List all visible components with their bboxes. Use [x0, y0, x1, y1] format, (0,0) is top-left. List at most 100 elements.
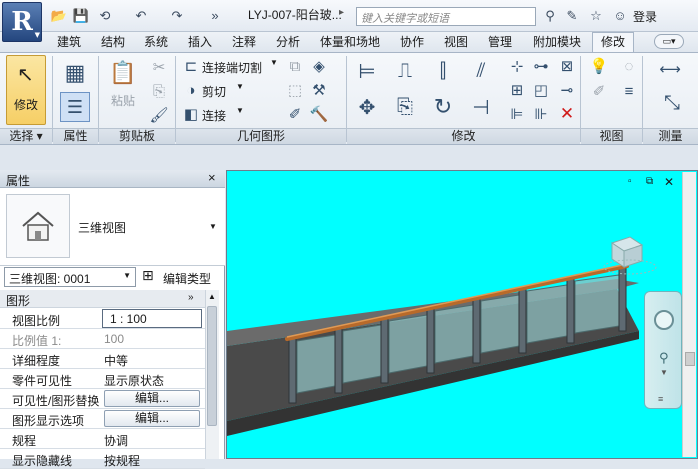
undo-icon[interactable]: ↶: [132, 7, 150, 25]
demolish-icon[interactable]: ⚒: [308, 79, 330, 101]
visibility-edit-button[interactable]: 编辑...: [104, 390, 200, 407]
scroll-thumb[interactable]: [207, 306, 217, 426]
open-icon[interactable]: 📂: [50, 7, 68, 25]
star-icon[interactable]: ☆: [587, 7, 605, 25]
unpin-icon[interactable]: ⊠: [556, 55, 578, 77]
modify-button[interactable]: ↖ 修改: [6, 55, 46, 125]
tab-analyze[interactable]: 分析: [276, 34, 300, 52]
tab-modify[interactable]: 修改: [592, 32, 635, 53]
tab-annotate[interactable]: 注释: [232, 34, 256, 52]
tab-structure[interactable]: 结构: [101, 34, 125, 52]
cut-label[interactable]: 剪切: [202, 83, 226, 100]
property-row[interactable]: 规程 协调: [0, 429, 205, 449]
user-icon[interactable]: ☺: [611, 7, 629, 25]
restore-icon[interactable]: ⧉: [646, 176, 653, 187]
minimize-icon[interactable]: ▫: [628, 176, 632, 187]
paste-label[interactable]: 粘贴: [111, 92, 135, 109]
scroll-thumb[interactable]: [685, 352, 695, 366]
tab-collaborate[interactable]: 协作: [400, 34, 424, 52]
match-properties-icon[interactable]: 🖌: [148, 104, 170, 126]
array-icon[interactable]: ⊞: [506, 79, 528, 101]
aligned-dimension-icon[interactable]: ⤡: [652, 92, 692, 114]
pin-icon[interactable]: ⊸: [556, 79, 578, 101]
align-icon[interactable]: ⊨: [352, 56, 382, 86]
tab-addins[interactable]: 附加模块: [533, 34, 581, 52]
subscription-icon[interactable]: ✎: [563, 7, 581, 25]
close-icon[interactable]: ✕: [664, 175, 674, 189]
trim-extend-single-icon[interactable]: ⊪: [530, 103, 552, 125]
graphic-display-edit-button[interactable]: 编辑...: [104, 410, 200, 427]
linework-view-icon[interactable]: ≡: [618, 80, 640, 102]
property-row[interactable]: 零件可见性 显示原状态: [0, 369, 205, 389]
properties-icon[interactable]: ☰: [60, 92, 90, 122]
3d-viewport[interactable]: [226, 170, 698, 459]
split-face-icon[interactable]: ⧉: [284, 55, 306, 77]
type-selector[interactable]: 三维视图 ▼: [0, 188, 225, 266]
rotate-icon[interactable]: ↻: [428, 92, 458, 122]
expand-icon[interactable]: ▸: [339, 7, 344, 18]
copy-icon[interactable]: ⎘: [148, 80, 170, 102]
view-instance-select[interactable]: 三维视图: 0001 ▼: [4, 267, 136, 287]
save-icon[interactable]: 💾: [72, 7, 90, 25]
steering-wheel-icon[interactable]: [654, 310, 674, 330]
chevron-down-icon[interactable]: ▼: [209, 222, 217, 231]
lightbulb-icon[interactable]: 💡: [588, 55, 610, 77]
tab-massing[interactable]: 体量和场地: [320, 34, 380, 52]
edit-type-button[interactable]: 编辑类型: [163, 270, 211, 287]
minimize-ribbon-icon[interactable]: ▭▾: [654, 34, 684, 49]
mirror-axis-icon[interactable]: ⫿: [428, 56, 458, 86]
split-gap-icon[interactable]: ⊶: [530, 55, 552, 77]
copy-element-icon[interactable]: ⎘: [390, 92, 420, 122]
zoom-icon[interactable]: ⚲: [659, 350, 669, 366]
group-graphics[interactable]: 图形 »: [0, 290, 205, 308]
hide-element-icon[interactable]: ◌: [618, 55, 640, 77]
scroll-up-icon[interactable]: ▲: [208, 292, 216, 301]
cope-icon[interactable]: ⊏: [180, 55, 202, 77]
redo-icon[interactable]: ↷: [168, 7, 186, 25]
binoculars-icon[interactable]: ⚲: [541, 7, 559, 25]
delete-icon[interactable]: ✕: [556, 103, 578, 125]
sync-icon[interactable]: ⟲: [96, 7, 114, 25]
trim-icon[interactable]: ⊣: [466, 92, 496, 122]
measure-between-icon[interactable]: ⟷: [650, 58, 690, 80]
tab-systems[interactable]: 系统: [144, 34, 168, 52]
edit-type-icon[interactable]: ⊞: [142, 267, 154, 284]
tab-manage[interactable]: 管理: [488, 34, 512, 52]
split-element-icon[interactable]: ⊹: [506, 55, 528, 77]
tab-view[interactable]: 视图: [444, 34, 468, 52]
mirror-draw-icon[interactable]: ⫽: [466, 56, 496, 86]
cut-geometry-icon[interactable]: ◑: [180, 79, 202, 101]
property-row[interactable]: 详细程度 中等: [0, 349, 205, 369]
tab-architecture[interactable]: 建筑: [57, 34, 81, 52]
override-graphics-icon[interactable]: ✐: [588, 80, 610, 102]
offset-icon[interactable]: ⎍: [390, 56, 420, 86]
cut-icon[interactable]: ✂: [148, 56, 170, 78]
join-cut-label[interactable]: 连接端切割: [202, 59, 262, 76]
move-icon[interactable]: ✥: [352, 92, 382, 122]
search-input[interactable]: 键入关键字或短语: [356, 7, 536, 26]
more-icon[interactable]: »: [206, 7, 224, 25]
viewport-scrollbar[interactable]: [682, 172, 696, 457]
property-row[interactable]: 显示隐藏线 按规程: [0, 449, 205, 469]
join-icon[interactable]: ◧: [180, 103, 202, 125]
close-icon[interactable]: ×: [208, 170, 216, 185]
hammer-icon[interactable]: 🔨: [308, 103, 330, 125]
login-link[interactable]: 登录: [633, 8, 657, 25]
application-menu-button[interactable]: R ▼: [2, 2, 42, 42]
paste-icon[interactable]: 📋: [108, 58, 138, 88]
join-label[interactable]: 连接: [202, 107, 226, 124]
paint-icon[interactable]: ◈: [308, 55, 330, 77]
scale-icon[interactable]: ◰: [530, 79, 552, 101]
navbar-options-icon[interactable]: ≡: [658, 394, 663, 404]
chevron-down-icon[interactable]: ▼: [236, 106, 244, 115]
navigation-bar[interactable]: ⚲ ▼ ≡: [644, 291, 682, 409]
chevron-down-icon[interactable]: ▼: [270, 58, 278, 67]
chevron-down-icon[interactable]: ▼: [660, 368, 668, 377]
chevron-down-icon[interactable]: ▼: [236, 82, 244, 91]
linework-icon[interactable]: ✐: [284, 103, 306, 125]
wall-joins-icon[interactable]: ⬚: [284, 79, 306, 101]
type-properties-icon[interactable]: ▦: [60, 58, 90, 88]
trim-extend-multiple-icon[interactable]: ⊫: [506, 103, 528, 125]
panel-select-label[interactable]: 选择 ▾: [0, 128, 52, 144]
tab-insert[interactable]: 插入: [188, 34, 212, 52]
